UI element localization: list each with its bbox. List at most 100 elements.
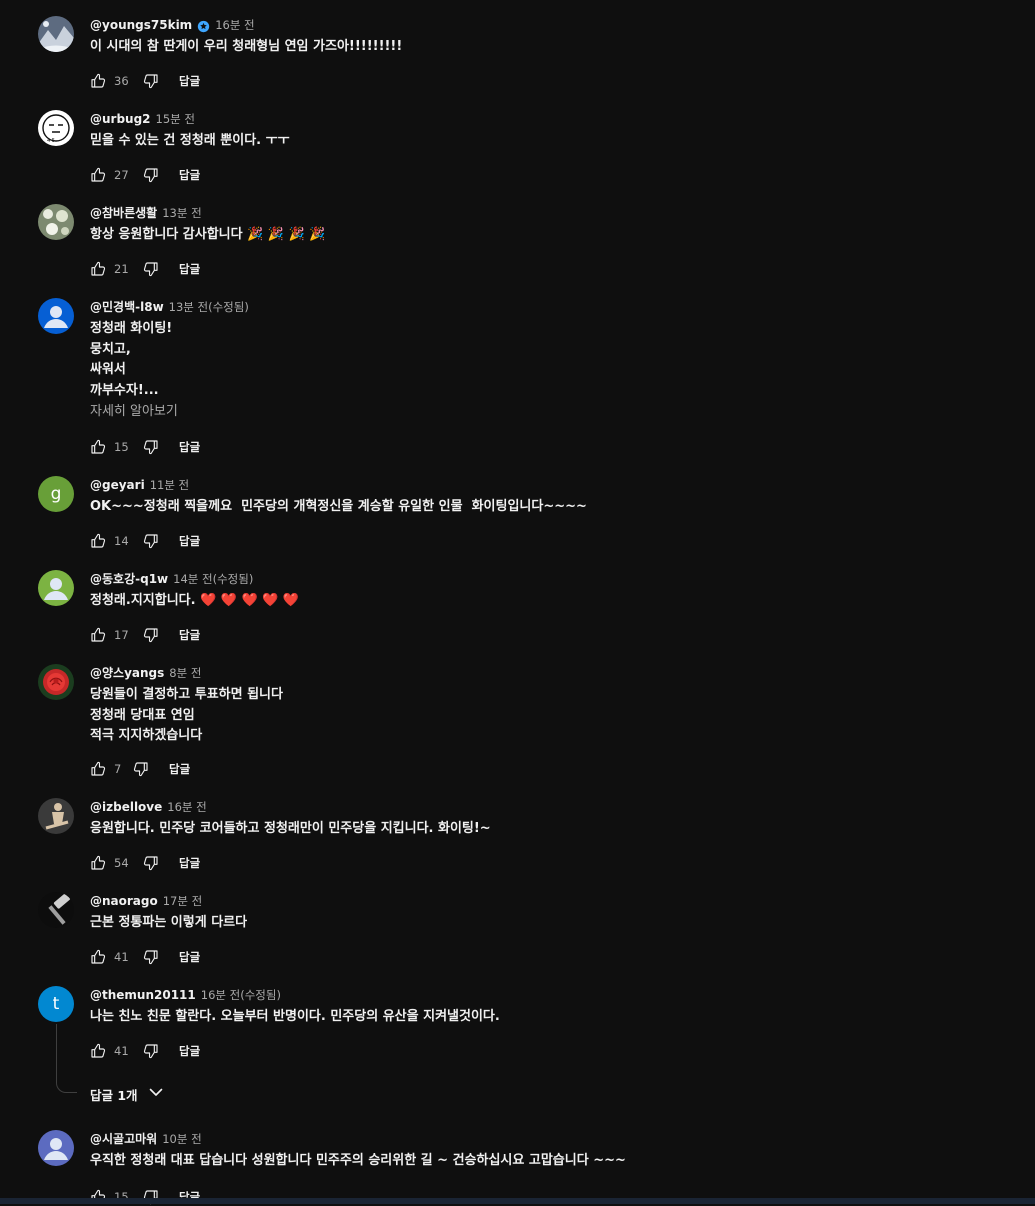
thumbs-up-icon[interactable] [90, 1043, 106, 1059]
comment-header: @themun20111 16분 전(수정됨) [90, 986, 281, 1004]
reply-button[interactable]: 답글 [179, 949, 200, 965]
thumbs-up-icon[interactable] [90, 261, 106, 277]
thumbs-up-icon[interactable] [90, 167, 106, 183]
thumbs-up-icon[interactable] [90, 855, 106, 871]
comment-header: @youngs75kim 16분 전 [90, 16, 255, 34]
avatar[interactable] [38, 892, 74, 928]
thumbs-down-icon[interactable] [143, 261, 159, 277]
comment-text: 믿을 수 있는 건 정청래 뿐이다. ㅜㅜ [90, 133, 290, 148]
comment-header: @양스yangs 8분 전 [90, 664, 201, 682]
avatar[interactable]: g [38, 476, 74, 512]
read-more-link[interactable]: 자세히 알아보기 [90, 402, 178, 422]
avatar[interactable] [38, 16, 74, 52]
reply-button[interactable]: 답글 [179, 855, 200, 871]
comment-text: 정청래.지지합니다. ❤️ ❤️ ❤️ ❤️ ❤️ [90, 593, 300, 608]
comment-author[interactable]: @양스yangs [90, 664, 164, 682]
comment-text: 이 시대의 참 딴게이 우리 청래형님 연임 가즈아!!!!!!!!! [90, 39, 403, 54]
comment-actions: 27 답글 [90, 166, 200, 184]
comment-actions: 14 답글 [90, 532, 200, 550]
reply-thread-line [56, 1024, 77, 1093]
comment-text: 나는 친노 친문 할란다. 오늘부터 반명이다. 민주당의 유산을 지켜낼것이다… [90, 1009, 500, 1024]
verified-badge-icon [197, 19, 210, 32]
comment-author[interactable]: @izbellove [90, 798, 162, 816]
thumbs-down-icon[interactable] [143, 533, 159, 549]
replies-count-label: 답글 1개 [90, 1087, 138, 1103]
comment-actions: 7 답글 [90, 760, 190, 778]
like-count: 41 [114, 1044, 129, 1058]
comment-author[interactable]: @urbug2 [90, 110, 151, 128]
comment-timestamp[interactable]: 14분 전(수정됨) [173, 570, 253, 588]
like-count: 36 [114, 74, 129, 88]
reply-button[interactable]: 답글 [179, 627, 200, 643]
comment-header: @naorago 17분 전 [90, 892, 202, 910]
comment-timestamp[interactable]: 13분 전(수정됨) [169, 298, 249, 316]
comment-actions: 54 답글 [90, 854, 200, 872]
comment-author[interactable]: @youngs75kim [90, 16, 192, 34]
comment-author[interactable]: @시골고마워 [90, 1130, 157, 1148]
comment-author[interactable]: @naorago [90, 892, 158, 910]
thumbs-up-icon[interactable] [90, 949, 106, 965]
like-count: 54 [114, 856, 129, 870]
avatar[interactable] [38, 798, 74, 834]
comment-author[interactable]: @참바른생활 [90, 204, 157, 222]
avatar[interactable]: 4 5 [38, 110, 74, 146]
comment-text: OK~~~정청래 찍을께요 민주당의 개혁정신을 계승할 유일한 인물 화이팅입… [90, 499, 587, 514]
comment-header: @민경백-l8w 13분 전(수정됨) [90, 298, 249, 316]
reply-button[interactable]: 답글 [179, 261, 200, 277]
comment-timestamp[interactable]: 13분 전 [162, 204, 201, 222]
avatar[interactable] [38, 204, 74, 240]
avatar-letter: g [50, 484, 62, 504]
show-replies-button[interactable]: 답글 1개 [90, 1085, 164, 1103]
comment-actions: 15 답글 [90, 438, 200, 456]
avatar[interactable] [38, 664, 74, 700]
thumbs-down-icon[interactable] [143, 1043, 159, 1059]
comment-timestamp[interactable]: 10분 전 [162, 1130, 201, 1148]
comment-author[interactable]: @themun20111 [90, 986, 196, 1004]
thumbs-down-icon[interactable] [143, 439, 159, 455]
thumbs-down-icon[interactable] [143, 73, 159, 89]
comment-text: 당원들이 결정하고 투표하면 됩니다 정청래 당대표 연임 적극 지지하겠습니다 [90, 687, 283, 743]
svg-text:4 5: 4 5 [47, 138, 55, 144]
comment-timestamp[interactable]: 11분 전 [150, 476, 189, 494]
avatar[interactable] [38, 298, 74, 334]
avatar[interactable]: t [38, 986, 74, 1022]
comment-header: @urbug2 15분 전 [90, 110, 195, 128]
comment-timestamp[interactable]: 8분 전 [169, 664, 201, 682]
thumbs-up-icon[interactable] [90, 627, 106, 643]
comment-timestamp[interactable]: 16분 전 [215, 16, 254, 34]
thumbs-down-icon[interactable] [143, 167, 159, 183]
thumbs-down-icon[interactable] [143, 949, 159, 965]
thumbs-up-icon[interactable] [90, 761, 106, 777]
comment-author[interactable]: @geyari [90, 476, 145, 494]
reply-button[interactable]: 답글 [169, 761, 190, 777]
like-count: 21 [114, 262, 129, 276]
avatar[interactable] [38, 570, 74, 606]
comment-text: 응원합니다. 민주당 코어들하고 정청래만이 민주당을 지킵니다. 화이팅!~ [90, 821, 491, 836]
thumbs-up-icon[interactable] [90, 533, 106, 549]
like-count: 15 [114, 440, 129, 454]
comment-header: @참바른생활 13분 전 [90, 204, 202, 222]
comment-author[interactable]: @민경백-l8w [90, 298, 164, 316]
comment-header: @동호강-q1w 14분 전(수정됨) [90, 570, 253, 588]
comment-timestamp[interactable]: 16분 전 [167, 798, 206, 816]
reply-button[interactable]: 답글 [179, 167, 200, 183]
reply-button[interactable]: 답글 [179, 439, 200, 455]
comment-timestamp[interactable]: 17분 전 [163, 892, 202, 910]
comment-header: @시골고마워 10분 전 [90, 1130, 202, 1148]
thumbs-down-icon[interactable] [133, 761, 149, 777]
reply-button[interactable]: 답글 [179, 533, 200, 549]
thumbs-up-icon[interactable] [90, 73, 106, 89]
reply-button[interactable]: 답글 [179, 73, 200, 89]
comment-author[interactable]: @동호강-q1w [90, 570, 168, 588]
thumbs-down-icon[interactable] [143, 627, 159, 643]
reply-button[interactable]: 답글 [179, 1043, 200, 1059]
thumbs-down-icon[interactable] [143, 855, 159, 871]
comment-actions: 21 답글 [90, 260, 200, 278]
comment-timestamp[interactable]: 15분 전 [156, 110, 195, 128]
thumbs-up-icon[interactable] [90, 439, 106, 455]
chevron-down-icon [148, 1084, 164, 1104]
comment-header: @geyari 11분 전 [90, 476, 189, 494]
comment-timestamp[interactable]: 16분 전(수정됨) [201, 986, 281, 1004]
like-count: 41 [114, 950, 129, 964]
avatar[interactable] [38, 1130, 74, 1166]
